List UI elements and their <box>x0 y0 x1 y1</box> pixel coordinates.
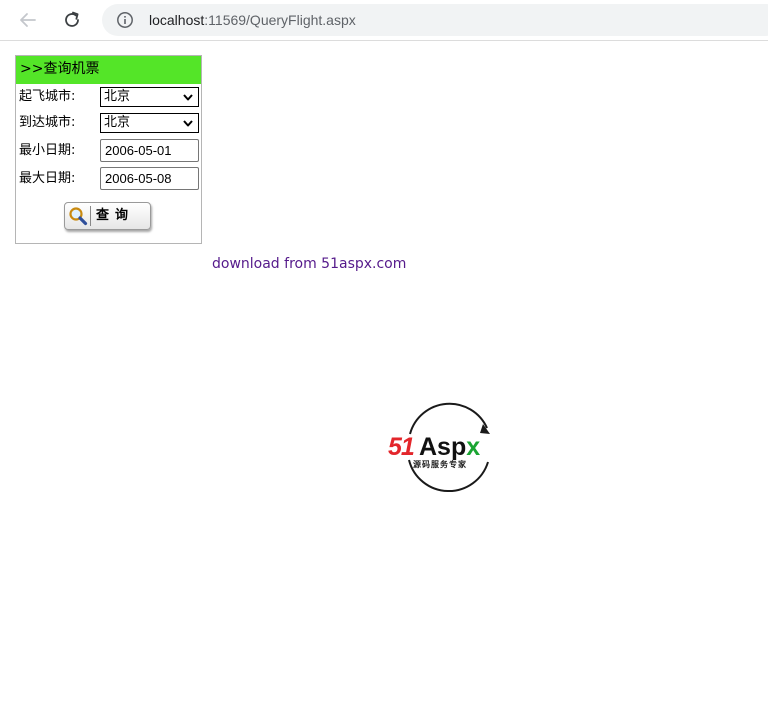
logo-word: Aspx <box>419 434 480 460</box>
address-bar[interactable]: localhost:11569/QueryFlight.aspx <box>102 4 768 36</box>
arrival-city-label: 到达城市: <box>19 115 76 130</box>
url-host: localhost <box>149 12 205 28</box>
query-flight-panel: >>查询机票 起飞城市: 北京 到达城市: 北京 最小日期: 2006-05-0… <box>15 55 202 244</box>
chevron-down-icon <box>183 120 193 127</box>
departure-city-label: 起飞城市: <box>19 89 76 104</box>
arrival-city-select[interactable]: 北京 <box>100 113 199 133</box>
url-path: :11569/QueryFlight.aspx <box>204 12 356 28</box>
chevron-down-icon <box>183 94 193 101</box>
browser-toolbar: localhost:11569/QueryFlight.aspx <box>0 0 768 41</box>
departure-city-value: 北京 <box>104 89 131 104</box>
arrival-city-value: 北京 <box>104 115 131 130</box>
panel-header: >>查询机票 <box>16 56 201 84</box>
arrow-left-icon <box>20 13 36 27</box>
departure-city-select[interactable]: 北京 <box>100 87 199 107</box>
min-date-input[interactable]: 2006-05-01 <box>100 139 199 162</box>
info-icon <box>117 12 133 28</box>
search-button[interactable]: 查询 <box>64 202 151 230</box>
logo-number: 51 <box>388 433 415 461</box>
min-date-label: 最小日期: <box>19 143 76 158</box>
logo-tagline: 源码服务专家 <box>413 460 467 469</box>
magnifier-icon <box>69 207 88 226</box>
url-text[interactable]: localhost:11569/QueryFlight.aspx <box>149 11 356 29</box>
reload-button[interactable] <box>58 6 86 34</box>
logo-word-main: Asp <box>419 433 467 461</box>
search-button-label: 查询 <box>96 208 135 223</box>
logo-word-x: x <box>466 433 481 461</box>
button-divider <box>90 206 91 226</box>
max-date-label: 最大日期: <box>19 171 76 186</box>
max-date-input[interactable]: 2006-05-08 <box>100 167 199 190</box>
download-link[interactable]: download from 51aspx.com <box>212 255 406 273</box>
site-info-button[interactable] <box>116 11 134 29</box>
reload-icon <box>65 11 79 27</box>
back-button[interactable] <box>14 6 42 34</box>
site-logo: 51 Aspx 源码服务专家 <box>384 400 514 496</box>
